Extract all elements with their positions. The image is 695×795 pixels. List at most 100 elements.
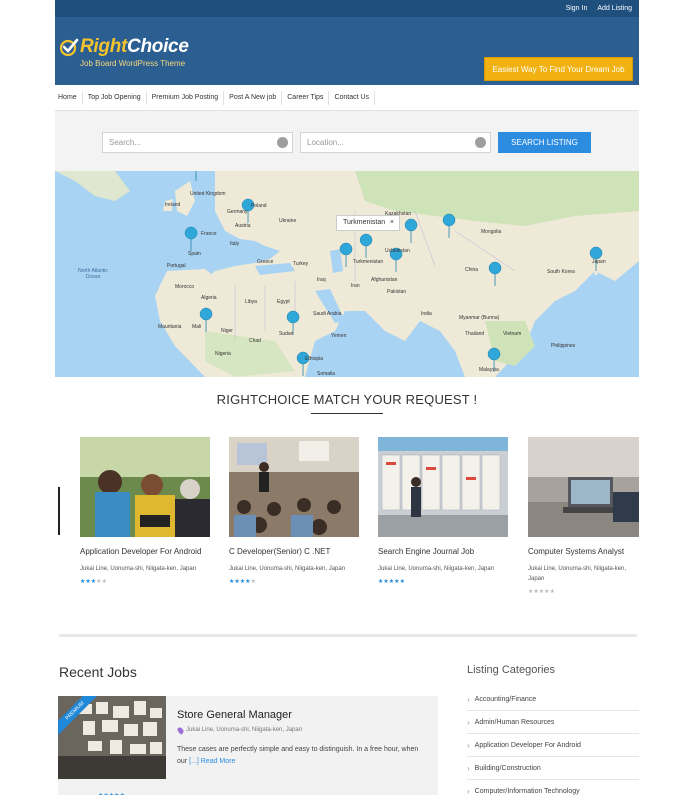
- search-icon: [277, 137, 288, 148]
- category-item[interactable]: Computer/Information Technology: [467, 780, 639, 795]
- add-listing-link[interactable]: Add Listing: [597, 5, 632, 12]
- job-card-title[interactable]: Computer Systems Analyst: [528, 546, 639, 558]
- map-label: Iran: [351, 283, 360, 289]
- logo[interactable]: RightChoice: [59, 36, 189, 58]
- close-icon[interactable]: ×: [390, 219, 394, 226]
- job-card-location: Jukai Line, Uonuma-shi, Niigata-ken, Jap…: [229, 566, 346, 572]
- tooltip-text: Turkmenistan: [343, 219, 386, 226]
- map-label: Nigeria: [215, 351, 231, 357]
- map-label: Chad: [249, 338, 261, 344]
- map-label: Pakistan: [387, 289, 407, 295]
- map-label: India: [421, 311, 432, 317]
- page: Sign In Add Listing RightChoice Job Boar…: [55, 0, 639, 795]
- map[interactable]: United Kingdom Ireland Germany France Sp…: [55, 171, 639, 377]
- search-bar: Search... Location... SEARCH LISTING: [55, 111, 639, 171]
- cta-button[interactable]: Easiest Way To Find Your Dream Job: [484, 57, 633, 81]
- map-label: Myanmar (Burma): [459, 315, 500, 321]
- job-card-image: [229, 437, 359, 537]
- map-label: Ethiopia: [305, 356, 324, 362]
- nav-item-top-job-opening[interactable]: Top Job Opening: [83, 90, 147, 105]
- nav-item-premium-job-posting[interactable]: Premium Job Posting: [147, 90, 225, 105]
- section-underline: [311, 413, 383, 414]
- location-placeholder: Location...: [307, 138, 344, 147]
- recent-job-image: PREMIUM: [58, 696, 166, 779]
- nav-item-home[interactable]: Home: [55, 90, 83, 105]
- map-label: Afghanistan: [371, 277, 398, 283]
- category-item[interactable]: Application Developer For Android: [467, 734, 639, 757]
- map-label: Sudan: [279, 331, 294, 337]
- map-label: Libya: [245, 299, 257, 305]
- star-icon: ★: [250, 579, 256, 585]
- job-carousel: Application Developer For Android Jukai …: [55, 437, 639, 617]
- nav-item-post-new-job[interactable]: Post A New job: [224, 90, 283, 105]
- category-item[interactable]: Admin/Human Resources: [467, 711, 639, 734]
- category-item[interactable]: Building/Construction: [467, 757, 639, 780]
- map-label: Mali: [192, 324, 202, 330]
- job-card-location: Jukai Line, Uonuma-shi, Niigata-ken, Jap…: [528, 566, 627, 582]
- map-label: Spain: [188, 251, 201, 257]
- listing-categories-title: Listing Categories: [467, 664, 556, 676]
- location-input[interactable]: Location...: [300, 132, 491, 153]
- map-label: Germany: [227, 209, 248, 215]
- sign-in-link[interactable]: Sign In: [566, 5, 588, 12]
- star-rating: ★★★★★: [80, 578, 210, 585]
- map-label: Somalia: [317, 371, 336, 377]
- star-icon: ★: [399, 579, 405, 585]
- category-item[interactable]: Accounting/Finance: [467, 688, 639, 711]
- map-label: Italy: [230, 241, 240, 247]
- map-label: Portugal: [167, 263, 186, 269]
- read-more-link[interactable]: [...] Read More: [189, 758, 235, 765]
- search-input[interactable]: Search...: [102, 132, 293, 153]
- nav-item-contact-us[interactable]: Contact Us: [329, 90, 376, 105]
- search-listing-button[interactable]: SEARCH LISTING: [498, 132, 591, 153]
- map-label: Japan: [592, 259, 606, 265]
- job-card[interactable]: Search Engine Journal Job Jukai Line, Uo…: [378, 437, 508, 585]
- map-label: China: [465, 267, 479, 273]
- map-label: Mongolia: [481, 229, 502, 235]
- location-icon: [475, 137, 486, 148]
- map-label: Turkey: [293, 261, 309, 267]
- map-label: Yemen: [331, 333, 347, 339]
- map-label: Algeria: [201, 295, 217, 301]
- job-card-title[interactable]: Search Engine Journal Job: [378, 546, 508, 558]
- category-list: Accounting/Finance Admin/Human Resources…: [467, 688, 639, 795]
- carousel-prev-handle[interactable]: [58, 487, 60, 535]
- map-label: Malaysia: [479, 367, 499, 373]
- star-rating: ★★★★★: [378, 578, 508, 585]
- job-card-location: Jukai Line, Uonuma-shi, Niigata-ken, Jap…: [378, 566, 495, 572]
- job-card[interactable]: Computer Systems Analyst Jukai Line, Uon…: [528, 437, 639, 595]
- map-label: Poland: [251, 203, 267, 209]
- map-tooltip: Turkmenistan ×: [336, 215, 400, 231]
- nav-item-career-tips[interactable]: Career Tips: [282, 90, 330, 105]
- map-label: Uzbekistan: [385, 248, 410, 254]
- recent-job-description: These cases are perfectly simple and eas…: [177, 744, 427, 768]
- map-label: Vietnam: [503, 331, 522, 337]
- search-placeholder: Search...: [109, 138, 142, 147]
- map-label: France: [201, 231, 217, 237]
- location-pin-icon: [176, 726, 185, 735]
- top-bar: Sign In Add Listing: [55, 0, 639, 17]
- map-label: Turkmenistan: [353, 259, 384, 265]
- check-circle-icon: [59, 37, 79, 57]
- recent-job-item[interactable]: PREMIUM Store General Manager Jukai Line…: [58, 696, 438, 795]
- job-card-title[interactable]: C Developer(Senior) C .NET: [229, 546, 359, 558]
- star-rating: ★★★★★: [229, 578, 359, 585]
- map-label: Mauritania: [158, 324, 182, 330]
- brand-bar: RightChoice Job Board WordPress Theme Ea…: [55, 17, 639, 85]
- section-title: RIGHTCHOICE MATCH YOUR REQUEST !: [216, 392, 478, 407]
- job-card[interactable]: C Developer(Senior) C .NET Jukai Line, U…: [229, 437, 359, 585]
- map-label: Egypt: [277, 299, 290, 305]
- job-card-image: [80, 437, 210, 537]
- logo-text: RightChoice: [80, 36, 189, 57]
- star-icon: ★: [549, 589, 555, 595]
- map-label: Thailand: [465, 331, 485, 337]
- map-label: Greece: [257, 259, 274, 265]
- recent-job-title[interactable]: Store General Manager: [177, 709, 292, 721]
- job-card[interactable]: Application Developer For Android Jukai …: [80, 437, 210, 585]
- job-card-title[interactable]: Application Developer For Android: [80, 546, 210, 558]
- ocean-label: North Atlantic Ocean: [78, 268, 108, 280]
- job-card-image: [528, 437, 639, 537]
- recent-job-location: Jukai Line, Uonuma-shi, Niigata-ken, Jap…: [186, 727, 303, 733]
- job-card-image: [378, 437, 508, 537]
- job-card-location: Jukai Line, Uonuma-shi, Niigata-ken, Jap…: [80, 566, 197, 572]
